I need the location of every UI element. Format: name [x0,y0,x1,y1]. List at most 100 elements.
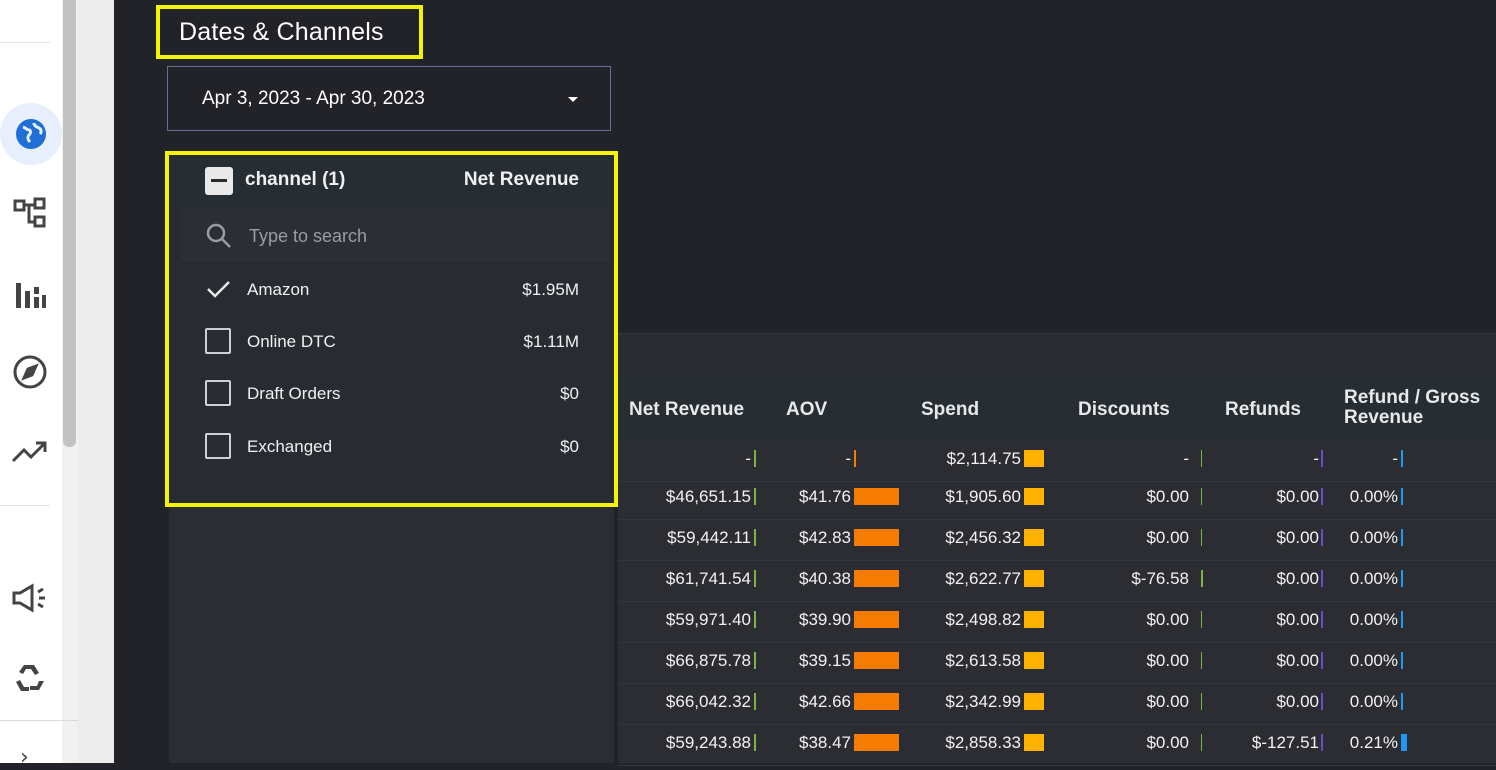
table-cell: - [1313,449,1319,468]
table-cell: $66,875.78 [665,651,751,670]
channel-search-input[interactable] [247,222,581,250]
table-cell: 0.21% [1349,733,1398,752]
table-cell: 0.00% [1349,528,1398,547]
data-bar [1321,652,1323,669]
table-cell: $2,342.99 [945,692,1021,711]
data-bar [1024,529,1044,546]
data-bar [1321,570,1323,587]
data-bar [754,570,756,587]
channel-option-label: Exchanged [247,437,333,456]
channel-option-value: $1.95M [522,280,579,299]
table-cell: 0.00% [1349,487,1398,506]
data-bar [1201,611,1202,628]
data-bar [854,450,856,467]
data-bar [1201,488,1202,505]
checkbox[interactable] [205,433,231,459]
table-cell: - [1183,449,1189,468]
search-icon [205,222,233,255]
data-bar [1401,611,1403,628]
caret-down-icon [568,97,578,102]
data-bar [1401,570,1403,587]
table-cell: $2,858.33 [945,733,1021,752]
rail-scrollbar-thumb[interactable] [63,0,76,447]
table-cell: $0.00 [1146,528,1189,547]
data-bar [1024,570,1044,587]
table-toolbar [618,333,1496,379]
rail-divider [0,42,50,43]
table-cell: $39.15 [799,651,851,670]
hierarchy-icon[interactable] [10,193,50,233]
table-cell: $0.00 [1146,610,1189,629]
data-bar [1401,450,1403,467]
table-cell: $2,456.32 [945,528,1021,547]
channel-option-draft-orders[interactable]: Draft Orders $0 [181,369,610,417]
table-cell: $0.00 [1146,692,1189,711]
table-cell: - [845,449,851,468]
data-bar [1321,529,1323,546]
recycle-icon[interactable] [10,660,50,700]
column-header-discounts[interactable]: Discounts [1078,399,1170,421]
data-bar [754,488,756,505]
table-cell: $41.76 [799,487,851,506]
table-cell: $46,651.15 [665,487,751,506]
table-cell: $-76.58 [1131,569,1189,588]
table-left-columns [169,503,614,763]
data-bar [754,450,756,467]
column-header-line-1: Refund / Gross [1344,387,1481,408]
data-bar [1201,693,1202,710]
data-bar [754,611,756,628]
date-range-value: Apr 3, 2023 - Apr 30, 2023 [202,88,425,109]
expand-chevron-icon[interactable]: › [20,745,29,770]
channel-option-value: $0 [560,384,579,403]
checkbox[interactable] [205,328,231,354]
table-cell: 0.00% [1349,569,1398,588]
bar-chart-icon[interactable] [10,274,50,314]
globe-icon[interactable] [0,103,62,165]
table-cell: - [745,449,751,468]
table-cell: 0.00% [1349,651,1398,670]
column-header-spend[interactable]: Spend [921,399,979,421]
data-bar [1401,529,1403,546]
column-header-line-2: Revenue [1344,407,1424,428]
table-cell: 0.00% [1349,692,1398,711]
date-range-select[interactable]: Apr 3, 2023 - Apr 30, 2023 [167,66,611,131]
data-bar [854,529,899,546]
column-header-refund-gross-revenue[interactable]: Refund / Gross Revenue [1344,388,1480,428]
data-bar [1321,611,1323,628]
table-cell: $2,613.58 [945,651,1021,670]
checkbox[interactable] [205,380,231,406]
table-cell: $0.00 [1146,733,1189,752]
channel-metric-label[interactable]: Net Revenue [464,169,579,191]
trending-up-icon[interactable] [10,432,50,472]
column-header-aov[interactable]: AOV [786,399,827,421]
table-cell: $0.00 [1146,651,1189,670]
data-bar [854,488,899,505]
select-all-checkbox[interactable] [205,167,233,195]
channel-option-value: $1.11M [523,332,579,351]
table-cell: $42.83 [799,528,851,547]
checkmark-icon [207,281,230,298]
column-header-net-revenue[interactable]: Net Revenue [629,399,744,421]
data-bar [854,734,899,751]
channel-filter-label[interactable]: channel (1) [245,169,345,191]
channel-option-amazon[interactable]: Amazon $1.95M [181,265,610,313]
table-cell: $-127.51 [1251,733,1319,752]
data-bar [854,652,899,669]
data-bar [1321,734,1323,751]
table-cell: $59,243.88 [665,733,751,752]
data-bar [1321,693,1323,710]
data-bar [1201,734,1202,751]
left-nav-rail [0,0,62,763]
channel-option-exchanged[interactable]: Exchanged $0 [181,423,610,471]
rail-gutter [78,0,114,763]
channel-option-label: Online DTC [247,332,336,351]
data-bar [1201,570,1203,587]
table-cell: $38.47 [799,733,851,752]
table-cell: $2,498.82 [945,610,1021,629]
column-header-refunds[interactable]: Refunds [1225,399,1301,421]
megaphone-icon[interactable] [10,578,50,618]
data-bar [854,693,899,710]
channel-option-online-dtc[interactable]: Online DTC $1.11M [181,317,610,365]
compass-icon[interactable] [10,352,50,392]
data-bar [1401,734,1407,751]
